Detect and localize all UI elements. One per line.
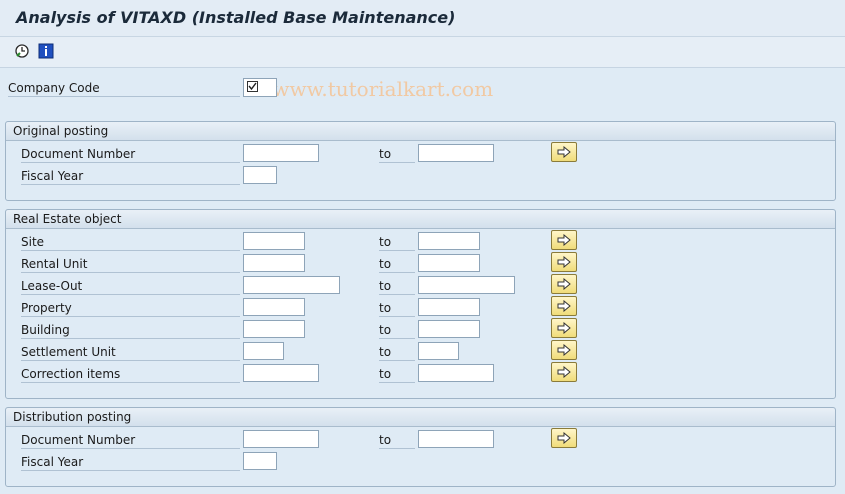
- correction-items-to-label: to: [379, 367, 392, 381]
- orig-doc-number-label: Document Number: [21, 147, 136, 161]
- to-underline: [379, 294, 415, 295]
- lease-out-to-label: to: [379, 279, 392, 293]
- company-code-underline: [8, 96, 240, 97]
- property-to-input[interactable]: [418, 298, 480, 316]
- dist-doc-number-underline: [21, 448, 240, 449]
- original-posting-header: Original posting: [6, 122, 835, 141]
- property-label: Property: [21, 301, 72, 315]
- to-underline: [379, 250, 415, 251]
- rental-unit-to-label: to: [379, 257, 392, 271]
- checkbox-box[interactable]: [247, 81, 258, 92]
- to-underline: [379, 162, 415, 163]
- correction-items-underline: [21, 382, 240, 383]
- settlement-unit-label: Settlement Unit: [21, 345, 116, 359]
- real-estate-object-header: Real Estate object: [6, 210, 835, 229]
- arrow-right-icon: [557, 278, 571, 290]
- to-underline: [379, 360, 415, 361]
- dist-doc-number-to-input[interactable]: [418, 430, 494, 448]
- orig-fiscal-year-underline: [21, 184, 240, 185]
- orig-doc-number-to-input[interactable]: [418, 144, 494, 162]
- property-to-label: to: [379, 301, 392, 315]
- distribution-posting-header: Distribution posting: [6, 408, 835, 427]
- arrow-right-icon: [557, 344, 571, 356]
- building-multiple-selection-button[interactable]: [551, 318, 577, 338]
- rental-unit-underline: [21, 272, 240, 273]
- watermark-text: © www.tutorialkart.com: [246, 77, 494, 101]
- info-icon[interactable]: [38, 43, 54, 59]
- dist-doc-number-multiple-selection-button[interactable]: [551, 428, 577, 448]
- correction-items-to-input[interactable]: [418, 364, 494, 382]
- arrow-right-icon: [557, 300, 571, 312]
- lease-out-from-input[interactable]: [243, 276, 340, 294]
- dist-doc-number-to-label: to: [379, 433, 392, 447]
- dist-doc-number-label: Document Number: [21, 433, 136, 447]
- dist-fiscal-year-input[interactable]: [243, 452, 277, 470]
- settlement-unit-to-input[interactable]: [418, 342, 459, 360]
- settlement-unit-multiple-selection-button[interactable]: [551, 340, 577, 360]
- site-multiple-selection-button[interactable]: [551, 230, 577, 250]
- to-underline: [379, 316, 415, 317]
- building-to-input[interactable]: [418, 320, 480, 338]
- building-to-label: to: [379, 323, 392, 337]
- site-label: Site: [21, 235, 45, 249]
- to-underline: [379, 272, 415, 273]
- title-bar: Analysis of VITAXD (Installed Base Maint…: [0, 0, 845, 37]
- rental-unit-multiple-selection-button[interactable]: [551, 252, 577, 272]
- lease-out-label: Lease-Out: [21, 279, 83, 293]
- lease-out-underline: [21, 294, 240, 295]
- distribution-posting-title: Distribution posting: [13, 410, 132, 424]
- company-code-checkbox[interactable]: [243, 78, 277, 97]
- building-underline: [21, 338, 240, 339]
- to-underline: [379, 448, 415, 449]
- arrow-right-icon: [557, 256, 571, 268]
- arrow-right-icon: [557, 234, 571, 246]
- dist-doc-number-from-input[interactable]: [243, 430, 319, 448]
- lease-out-multiple-selection-button[interactable]: [551, 274, 577, 294]
- to-underline: [379, 338, 415, 339]
- lease-out-to-input[interactable]: [418, 276, 515, 294]
- application-toolbar: © www.tutorialkart.com: [0, 37, 845, 101]
- property-from-input[interactable]: [243, 298, 305, 316]
- dist-fiscal-year-underline: [21, 470, 240, 471]
- site-underline: [21, 250, 240, 251]
- dist-fiscal-year-label: Fiscal Year: [21, 455, 84, 469]
- site-to-input[interactable]: [418, 232, 480, 250]
- building-label: Building: [21, 323, 70, 337]
- settlement-unit-to-label: to: [379, 345, 392, 359]
- orig-doc-number-to-label: to: [379, 147, 392, 161]
- arrow-right-icon: [557, 432, 571, 444]
- company-code-label: Company Code: [8, 81, 100, 95]
- arrow-right-icon: [557, 366, 571, 378]
- building-from-input[interactable]: [243, 320, 305, 338]
- correction-items-label: Correction items: [21, 367, 121, 381]
- real-estate-object-title: Real Estate object: [13, 212, 122, 226]
- site-from-input[interactable]: [243, 232, 305, 250]
- property-underline: [21, 316, 240, 317]
- arrow-right-icon: [557, 322, 571, 334]
- rental-unit-label: Rental Unit: [21, 257, 88, 271]
- site-to-label: to: [379, 235, 392, 249]
- orig-doc-number-multiple-selection-button[interactable]: [551, 142, 577, 162]
- rental-unit-from-input[interactable]: [243, 254, 305, 272]
- correction-items-from-input[interactable]: [243, 364, 319, 382]
- orig-doc-number-from-input[interactable]: [243, 144, 319, 162]
- arrow-right-icon: [557, 146, 571, 158]
- orig-fiscal-year-label: Fiscal Year: [21, 169, 84, 183]
- correction-items-multiple-selection-button[interactable]: [551, 362, 577, 382]
- clock-execute-icon[interactable]: [14, 43, 30, 59]
- rental-unit-to-input[interactable]: [418, 254, 480, 272]
- orig-doc-number-underline: [21, 162, 240, 163]
- to-underline: [379, 382, 415, 383]
- property-multiple-selection-button[interactable]: [551, 296, 577, 316]
- page-title: Analysis of VITAXD (Installed Base Maint…: [16, 8, 456, 27]
- original-posting-title: Original posting: [13, 124, 109, 138]
- settlement-unit-underline: [21, 360, 240, 361]
- settlement-unit-from-input[interactable]: [243, 342, 284, 360]
- orig-fiscal-year-input[interactable]: [243, 166, 277, 184]
